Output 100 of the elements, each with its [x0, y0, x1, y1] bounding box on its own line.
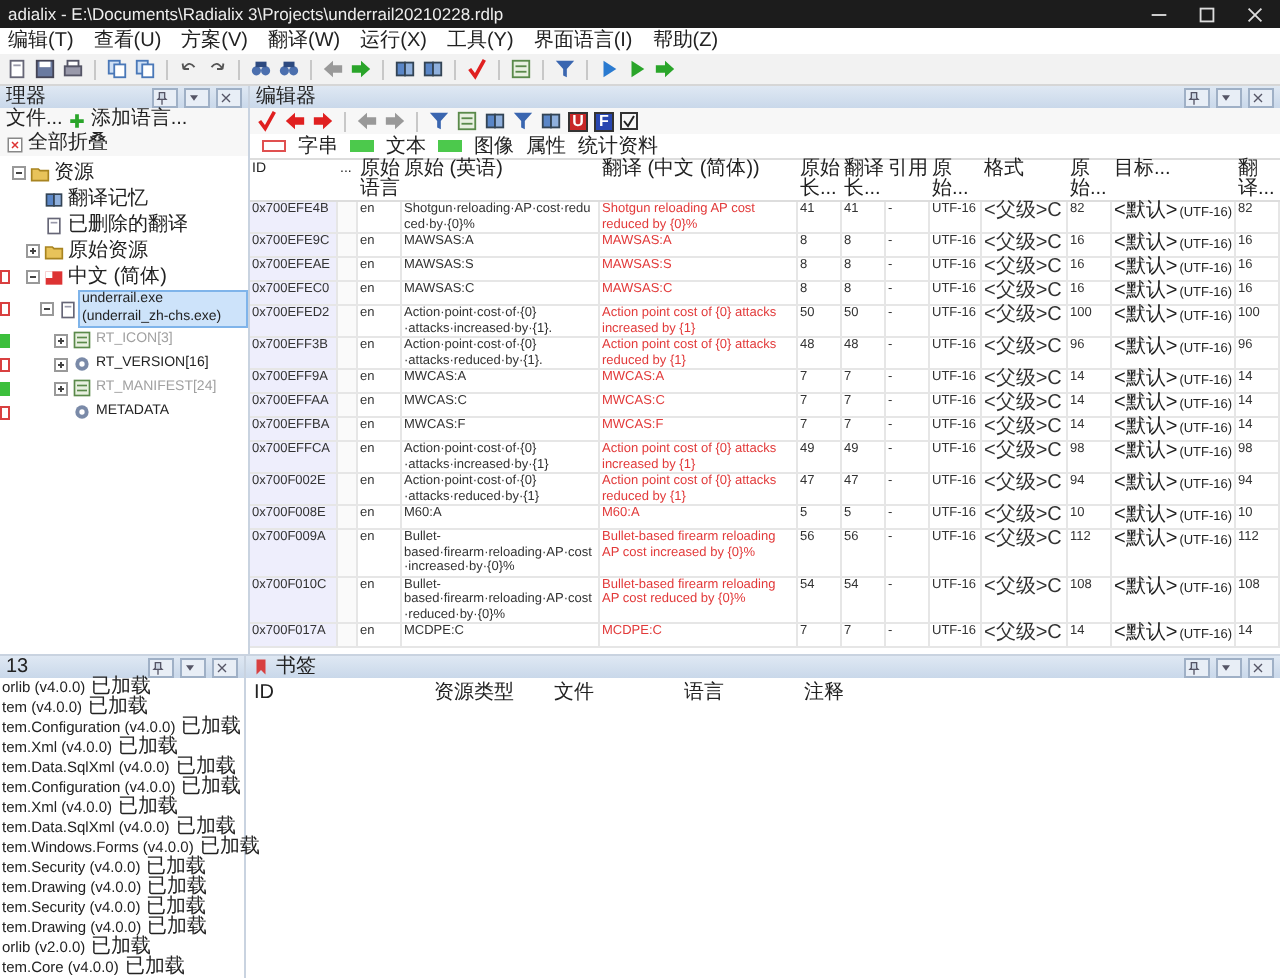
book-icon[interactable]	[540, 110, 562, 132]
plus-icon[interactable]	[68, 111, 87, 129]
close-button[interactable]	[1248, 657, 1274, 677]
dropdown-button[interactable]	[1216, 657, 1242, 677]
toolbar-button[interactable]: F	[594, 111, 614, 131]
menu-item[interactable]: 界面语言(I)	[533, 29, 633, 53]
pin-icon[interactable]	[154, 89, 170, 105]
column-header[interactable]: 注释	[804, 682, 924, 704]
dropdown-button[interactable]	[180, 657, 206, 677]
pin-icon[interactable]	[1186, 659, 1202, 675]
play-icon[interactable]	[626, 58, 648, 80]
printer-icon[interactable]	[62, 58, 84, 80]
menu-item[interactable]: 工具(Y)	[446, 29, 514, 53]
document-icon[interactable]	[44, 215, 64, 235]
checkbox[interactable]	[620, 112, 638, 130]
menu-item[interactable]: 编辑(T)	[8, 29, 74, 53]
column-header[interactable]: 文件	[554, 682, 684, 704]
binoculars-icon[interactable]	[250, 58, 272, 80]
pin-button[interactable]	[152, 87, 178, 107]
arrow-right-icon[interactable]	[312, 110, 334, 132]
collapse-icon[interactable]	[6, 135, 24, 153]
toolbar-button[interactable]: 添加语言...	[68, 108, 188, 132]
tree-item[interactable]: 资源	[50, 160, 98, 186]
pin-button[interactable]	[148, 657, 174, 677]
expand-toggle[interactable]	[54, 333, 68, 347]
tree-item[interactable]: 中文 (简体)	[64, 264, 171, 290]
bookmark-icon[interactable]	[252, 658, 270, 676]
column-header[interactable]: 目标...	[1112, 160, 1236, 202]
load-status: 已加载	[175, 818, 236, 838]
column-header[interactable]: 资源类型	[434, 682, 554, 704]
table-cell: <默认>	[1114, 304, 1178, 326]
dropdown-button[interactable]	[184, 87, 210, 107]
collapse-toggle[interactable]	[12, 166, 26, 180]
collapse-toggle[interactable]	[40, 302, 54, 316]
expand-toggle[interactable]	[54, 381, 68, 395]
dropdown-button[interactable]	[1216, 87, 1242, 107]
table-cell: <父级>C	[982, 370, 1068, 394]
dropdown-icon[interactable]	[1218, 659, 1234, 675]
arrow-left-icon[interactable]	[322, 58, 344, 80]
binoculars-icon[interactable]	[278, 58, 300, 80]
maximize-icon[interactable]	[1195, 3, 1217, 25]
arrow-right-icon[interactable]	[654, 58, 676, 80]
legend-label[interactable]: 属性	[526, 135, 566, 157]
arrow-left-icon[interactable]	[284, 110, 306, 132]
menu-item[interactable]: 方案(V)	[181, 29, 249, 53]
gear-icon[interactable]	[72, 402, 92, 422]
menu-item[interactable]: 查看(U)	[93, 29, 162, 53]
copy-icon[interactable]	[106, 58, 128, 80]
list-icon[interactable]	[72, 378, 92, 398]
flag-icon[interactable]	[44, 267, 64, 287]
book-icon[interactable]	[44, 189, 64, 209]
document-icon[interactable]	[6, 58, 28, 80]
table-cell: <父级>C	[982, 306, 1068, 338]
legend-label[interactable]: 统计资料	[578, 135, 658, 157]
pin-button[interactable]	[1184, 657, 1210, 677]
tree-item[interactable]: 原始资源	[64, 238, 152, 264]
book-icon[interactable]	[484, 110, 506, 132]
list-icon[interactable]	[456, 110, 478, 132]
collapse-toggle[interactable]	[26, 270, 40, 284]
pin-icon[interactable]	[150, 659, 166, 675]
arrow-right-icon[interactable]	[350, 58, 372, 80]
toolbar-button[interactable]: 全部折叠	[6, 132, 108, 156]
tree-item[interactable]: 已删除的翻译	[64, 212, 192, 238]
menu-item[interactable]: 运行(X)	[360, 29, 427, 53]
close-button[interactable]	[216, 87, 242, 107]
legend-label[interactable]: 图像	[474, 135, 514, 157]
book-icon[interactable]	[394, 58, 416, 80]
expand-toggle[interactable]	[26, 244, 40, 258]
close-button[interactable]	[212, 657, 238, 677]
close-icon[interactable]	[1250, 89, 1266, 105]
tree-item[interactable]: 翻译记忆	[64, 186, 152, 212]
book-icon[interactable]	[422, 58, 444, 80]
filter-icon[interactable]	[554, 58, 576, 80]
close-icon[interactable]	[218, 89, 234, 105]
arrow-right-icon[interactable]	[384, 110, 406, 132]
list-icon[interactable]	[510, 58, 532, 80]
close-button[interactable]	[1248, 87, 1274, 107]
menu-item[interactable]: 翻译(W)	[268, 29, 341, 53]
checkmark-icon[interactable]	[466, 58, 488, 80]
toolbar-button[interactable]: U	[568, 111, 588, 131]
close-icon[interactable]	[1250, 659, 1266, 675]
column-header[interactable]: 语言	[684, 682, 804, 704]
document-icon[interactable]	[58, 299, 78, 319]
toolbar-button[interactable]: 文件...	[6, 108, 63, 132]
legend-label[interactable]: 字串	[298, 135, 338, 157]
load-status: 已加载	[88, 698, 149, 718]
save-icon[interactable]	[34, 58, 56, 80]
legend-label[interactable]: 文本	[386, 135, 426, 157]
arrow-left-icon[interactable]	[356, 110, 378, 132]
column-header[interactable]: ID	[254, 682, 434, 704]
list-icon[interactable]	[72, 330, 92, 350]
expand-toggle[interactable]	[54, 357, 68, 371]
copy-icon[interactable]	[134, 58, 156, 80]
pin-icon[interactable]	[1186, 89, 1202, 105]
play-icon[interactable]	[598, 58, 620, 80]
dropdown-icon[interactable]	[182, 659, 198, 675]
close-icon[interactable]	[214, 659, 230, 675]
checkmark-icon[interactable]	[256, 110, 278, 132]
pin-button[interactable]	[1184, 87, 1210, 107]
menu-item[interactable]: 帮助(Z)	[652, 29, 719, 53]
